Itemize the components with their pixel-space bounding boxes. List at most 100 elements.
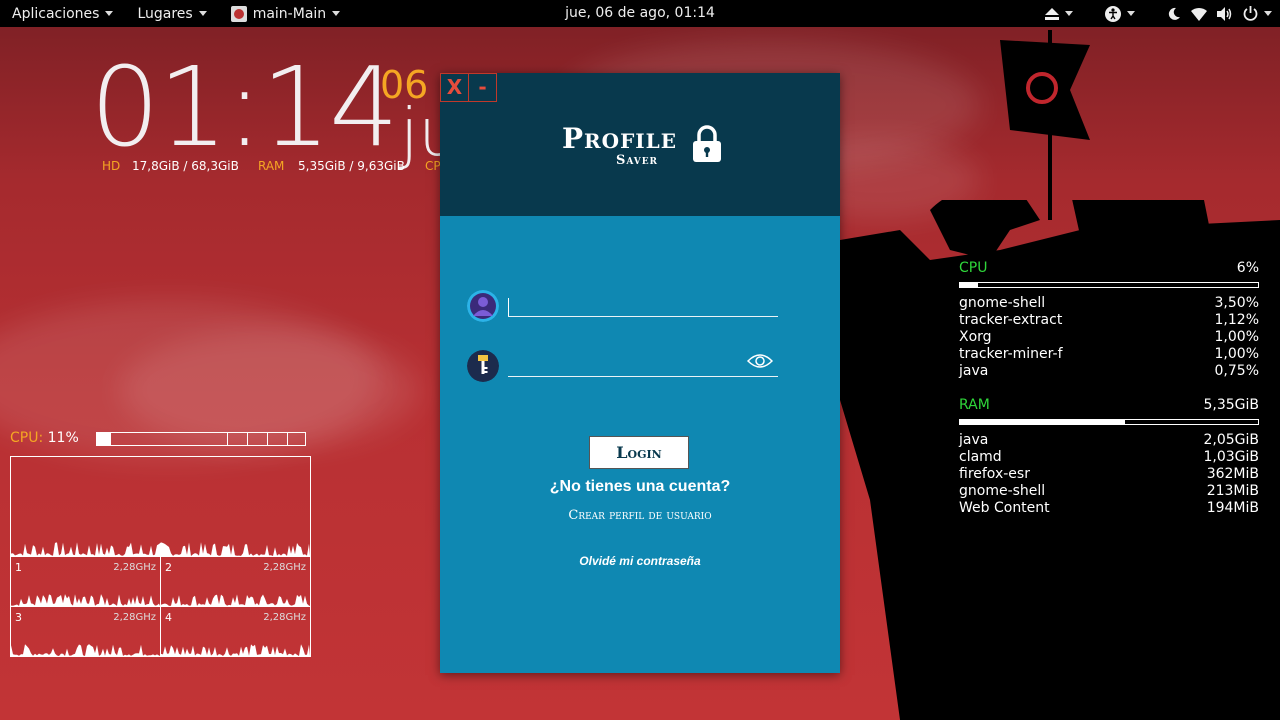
process-name: clamd (959, 449, 1002, 465)
process-value: 362MiB (1206, 466, 1259, 482)
bar-divider (287, 433, 288, 445)
cpu-header-row: CPU 6% (959, 260, 1259, 277)
bar-divider (247, 433, 248, 445)
ram-header-row: RAM 5,35GiB (959, 397, 1259, 414)
process-row: gnome-shell 3,50% (959, 295, 1259, 312)
process-value: 1,12% (1214, 312, 1259, 328)
bar-divider (267, 433, 268, 445)
process-row: java 2,05GiB (959, 432, 1259, 449)
process-row: gnome-shell 213MiB (959, 483, 1259, 500)
process-name: Web Content (959, 500, 1050, 516)
process-value: 0,75% (1214, 363, 1259, 379)
places-menu-label: Lugares (137, 5, 193, 22)
cpu-total-graph-line (11, 542, 310, 556)
bar-divider (227, 433, 228, 445)
hd-value: 17,8GiB / 68,3GiB (132, 159, 239, 173)
core-graph-line (11, 644, 160, 656)
process-value: 2,05GiB (1203, 432, 1259, 448)
process-row: java 0,75% (959, 363, 1259, 380)
night-light-icon (1167, 7, 1181, 21)
core-graph-line (11, 594, 160, 606)
process-value: 1,00% (1214, 346, 1259, 362)
cpu-header-label: CPU (959, 260, 988, 276)
process-row: tracker-extract 1,12% (959, 312, 1259, 329)
app-menu-label: main-Main (252, 5, 327, 22)
logo-title: Profile (562, 122, 677, 155)
chevron-down-icon (198, 11, 207, 16)
core-graph-line (161, 644, 310, 656)
chevron-down-icon (1127, 11, 1135, 16)
core-graph: 3 2,28GHz (10, 606, 161, 657)
username-input[interactable] (508, 316, 778, 317)
process-name: java (959, 363, 989, 379)
chevron-down-icon (105, 11, 114, 16)
ram-value: 5,35GiB / 9,63GiB (298, 159, 405, 173)
text-cursor (508, 298, 509, 316)
ram-header-value: 5,35GiB (1203, 397, 1259, 413)
ram-header-label: RAM (959, 397, 990, 413)
process-name: tracker-miner-f (959, 346, 1063, 362)
login-button[interactable]: Login (589, 436, 689, 469)
login-window: X - Profile Saver Login ¿No tienes una c… (440, 73, 840, 673)
flag-silhouette (1000, 30, 1090, 220)
places-menu[interactable]: Lugares (125, 0, 218, 27)
core-graph: 2 2,28GHz (160, 556, 311, 607)
power-menu[interactable] (1243, 6, 1272, 21)
process-row: clamd 1,03GiB (959, 449, 1259, 466)
process-value: 3,50% (1214, 295, 1259, 311)
system-tray (1045, 0, 1272, 27)
user-icon (467, 290, 499, 322)
power-icon (1243, 6, 1258, 21)
applications-menu-label: Aplicaciones (12, 5, 100, 22)
app-icon (230, 5, 247, 22)
cpu-meter (959, 282, 1259, 288)
accessibility-menu[interactable] (1105, 5, 1135, 22)
close-button[interactable]: X (440, 73, 469, 102)
process-row: Web Content 194MiB (959, 500, 1259, 517)
forgot-password-link[interactable]: Olvidé mi contraseña (440, 554, 840, 568)
process-value: 194MiB (1206, 500, 1259, 516)
wifi-icon (1191, 7, 1207, 21)
process-name: gnome-shell (959, 483, 1046, 499)
ram-process-list: java 2,05GiB clamd 1,03GiB firefox-esr 362MiB… (959, 432, 1259, 517)
cpu-total-graph (10, 456, 311, 557)
cpu-usage-fill (97, 433, 111, 445)
process-row: Xorg 1,00% (959, 329, 1259, 346)
key-icon (467, 350, 499, 382)
process-value: 1,03GiB (1203, 449, 1259, 465)
cpu-meter-fill (960, 283, 978, 287)
process-name: Xorg (959, 329, 992, 345)
applications-menu[interactable]: Aplicaciones (0, 0, 125, 27)
password-input[interactable] (508, 376, 778, 377)
lock-icon (693, 125, 721, 162)
app-menu[interactable]: main-Main (219, 0, 352, 27)
core-graph: 4 2,28GHz (160, 606, 311, 657)
cpu-usage-bar (96, 432, 306, 446)
chevron-down-icon (332, 11, 341, 16)
eject-menu[interactable] (1045, 7, 1073, 20)
volume-icon (1217, 6, 1233, 21)
process-value: 1,00% (1214, 329, 1259, 345)
process-name: gnome-shell (959, 295, 1046, 311)
process-row: tracker-miner-f 1,00% (959, 346, 1259, 363)
hd-label: HD (102, 159, 121, 173)
create-profile-link[interactable]: Crear perfil de usuario (440, 508, 840, 523)
process-row: firefox-esr 362MiB (959, 466, 1259, 483)
process-name: firefox-esr (959, 466, 1030, 482)
cpu-header-value: 6% (1236, 260, 1259, 276)
system-monitor: CPU 6% gnome-shell 3,50% tracker-extract 1,… (948, 258, 1280, 720)
chevron-down-icon (1065, 11, 1073, 16)
ram-meter-fill (960, 420, 1126, 424)
cpu-widget-title: CPU: (10, 430, 44, 446)
core-graph-line (161, 594, 310, 606)
core-graph: 1 2,28GHz (10, 556, 161, 607)
process-name: tracker-extract (959, 312, 1063, 328)
accessibility-icon (1105, 5, 1121, 22)
show-password-icon[interactable] (747, 353, 773, 369)
minimize-button[interactable]: - (468, 73, 497, 102)
chevron-down-icon (1264, 11, 1272, 16)
ram-label: RAM (258, 159, 285, 173)
cpu-process-list: gnome-shell 3,50% tracker-extract 1,12% Xorg… (959, 295, 1259, 380)
process-value: 213MiB (1206, 483, 1259, 499)
desktop-clock-time: 01:14 (90, 43, 399, 171)
